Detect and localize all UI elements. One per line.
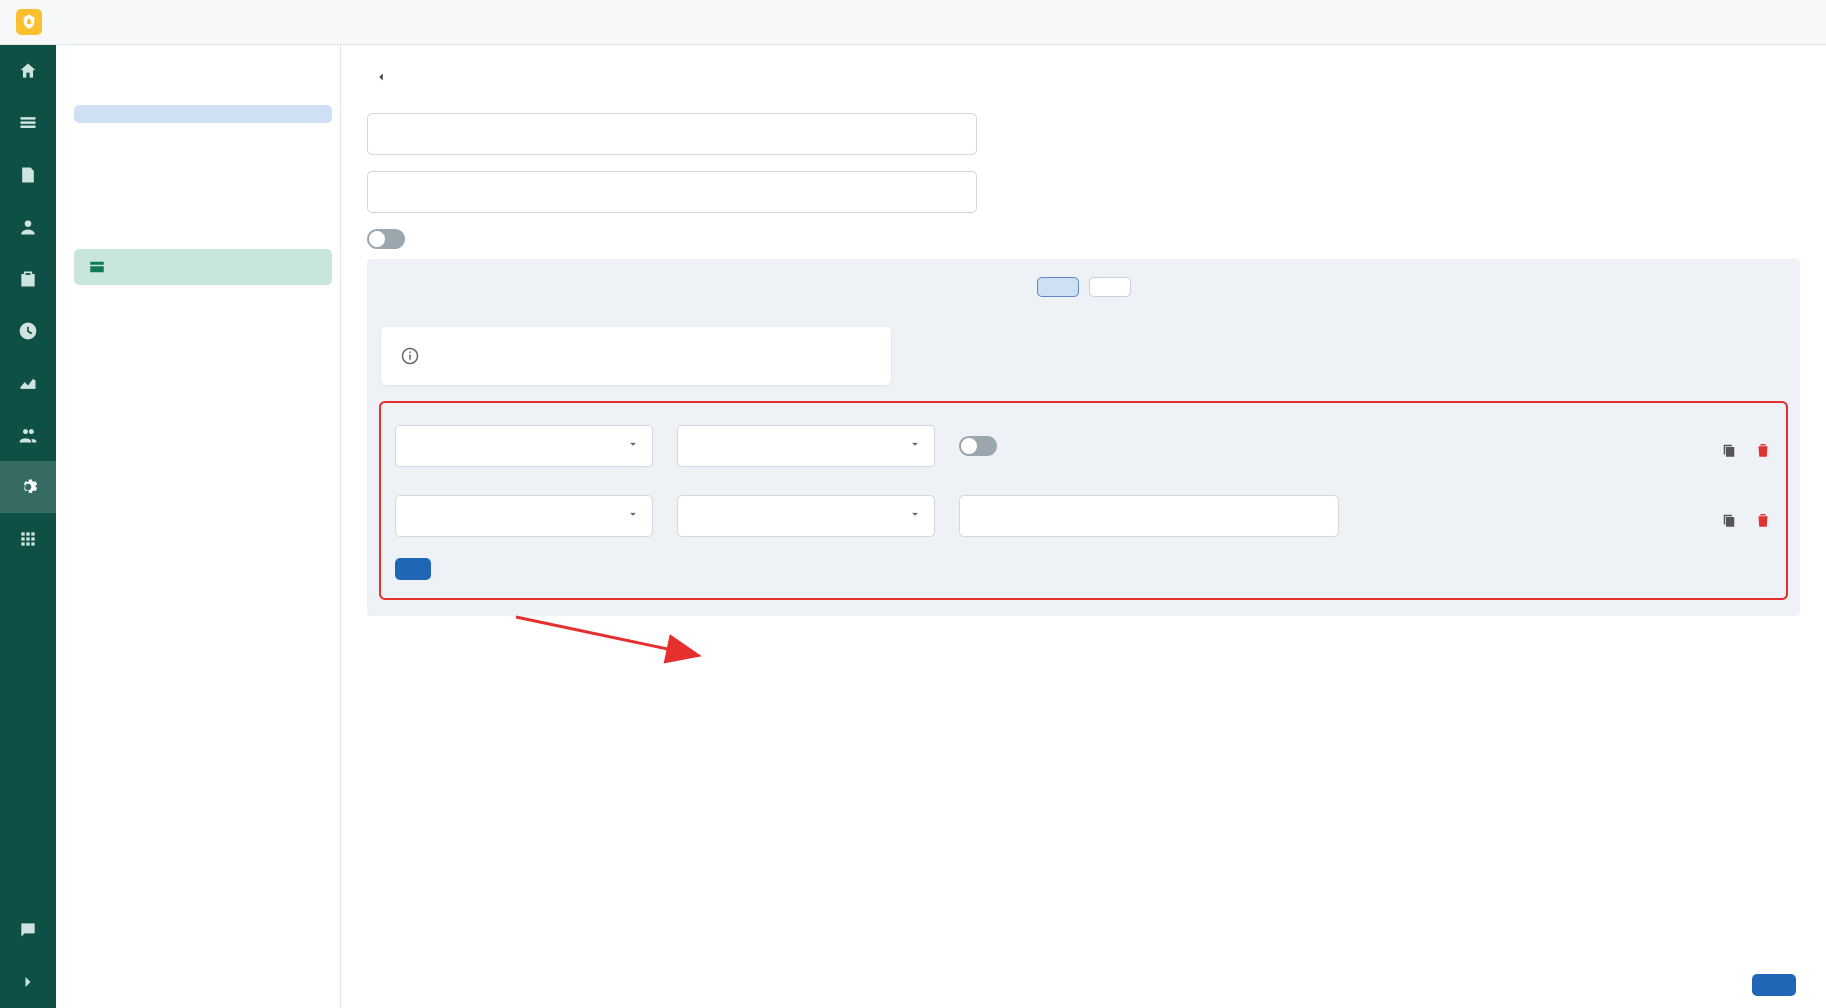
nav-combined-lists[interactable] bbox=[74, 159, 332, 177]
main-content bbox=[341, 45, 1826, 1008]
chevron-down-icon bbox=[626, 437, 640, 455]
nav-subscription[interactable] bbox=[74, 249, 332, 285]
condition-select[interactable] bbox=[677, 425, 935, 467]
delete-condition-button[interactable] bbox=[1754, 441, 1772, 459]
description-input[interactable] bbox=[367, 171, 977, 213]
chevron-down-icon bbox=[626, 507, 640, 525]
rail-expand[interactable] bbox=[0, 956, 56, 1008]
condition-row bbox=[395, 487, 1772, 537]
nav-events[interactable] bbox=[74, 213, 332, 231]
rail-users[interactable] bbox=[0, 201, 56, 253]
trash-icon bbox=[1754, 441, 1772, 459]
brand-icon bbox=[16, 9, 42, 35]
conditions-area bbox=[367, 315, 1800, 616]
settings-sidebar bbox=[56, 45, 341, 1008]
field-select[interactable] bbox=[395, 425, 653, 467]
back-button[interactable] bbox=[367, 63, 395, 91]
chevron-down-icon bbox=[908, 507, 922, 525]
trash-icon bbox=[1754, 511, 1772, 529]
active-user-toggle[interactable] bbox=[959, 436, 997, 456]
nav-addons[interactable] bbox=[74, 231, 332, 249]
rail-clipboard[interactable] bbox=[0, 253, 56, 305]
top-bar bbox=[0, 0, 1826, 45]
nav-list-management[interactable] bbox=[74, 87, 332, 105]
icon-rail bbox=[0, 45, 56, 1008]
info-icon bbox=[401, 347, 419, 365]
tabs-band bbox=[367, 259, 1800, 315]
chevron-left-icon bbox=[374, 70, 388, 84]
credit-card-icon bbox=[88, 258, 106, 276]
value-input[interactable] bbox=[959, 495, 1339, 537]
nav-process-prefs[interactable] bbox=[74, 195, 332, 213]
rail-clock[interactable] bbox=[0, 305, 56, 357]
rail-analytics[interactable] bbox=[0, 357, 56, 409]
nav-ticket-lists[interactable] bbox=[74, 123, 332, 141]
rail-chat[interactable] bbox=[0, 904, 56, 956]
note-box bbox=[381, 327, 891, 385]
delete-condition-button[interactable] bbox=[1754, 511, 1772, 529]
condition-row bbox=[395, 417, 1772, 467]
rail-apps[interactable] bbox=[0, 513, 56, 565]
rail-lists[interactable] bbox=[0, 97, 56, 149]
footer-buttons bbox=[1730, 974, 1796, 996]
copy-condition-button[interactable] bbox=[1720, 511, 1738, 529]
copy-condition-button[interactable] bbox=[1720, 441, 1738, 459]
rail-home[interactable] bbox=[0, 45, 56, 97]
tab-conditions[interactable] bbox=[1037, 277, 1079, 297]
nav-columns[interactable] bbox=[74, 177, 332, 195]
tab-preview[interactable] bbox=[1089, 277, 1131, 297]
add-condition-button[interactable] bbox=[395, 558, 431, 580]
chevron-down-icon bbox=[908, 437, 922, 455]
share-toggle[interactable] bbox=[367, 229, 405, 249]
condition-select[interactable] bbox=[677, 495, 935, 537]
conditions-frame bbox=[379, 401, 1788, 600]
rail-settings[interactable] bbox=[0, 461, 56, 513]
save-button[interactable] bbox=[1752, 974, 1796, 996]
rail-docs[interactable] bbox=[0, 149, 56, 201]
nav-organization-lists[interactable] bbox=[74, 141, 332, 159]
copy-icon bbox=[1720, 441, 1738, 459]
field-select[interactable] bbox=[395, 495, 653, 537]
rail-agents[interactable] bbox=[0, 409, 56, 461]
nav-user-lists[interactable] bbox=[74, 105, 332, 123]
copy-icon bbox=[1720, 511, 1738, 529]
list-name-input[interactable] bbox=[367, 113, 977, 155]
